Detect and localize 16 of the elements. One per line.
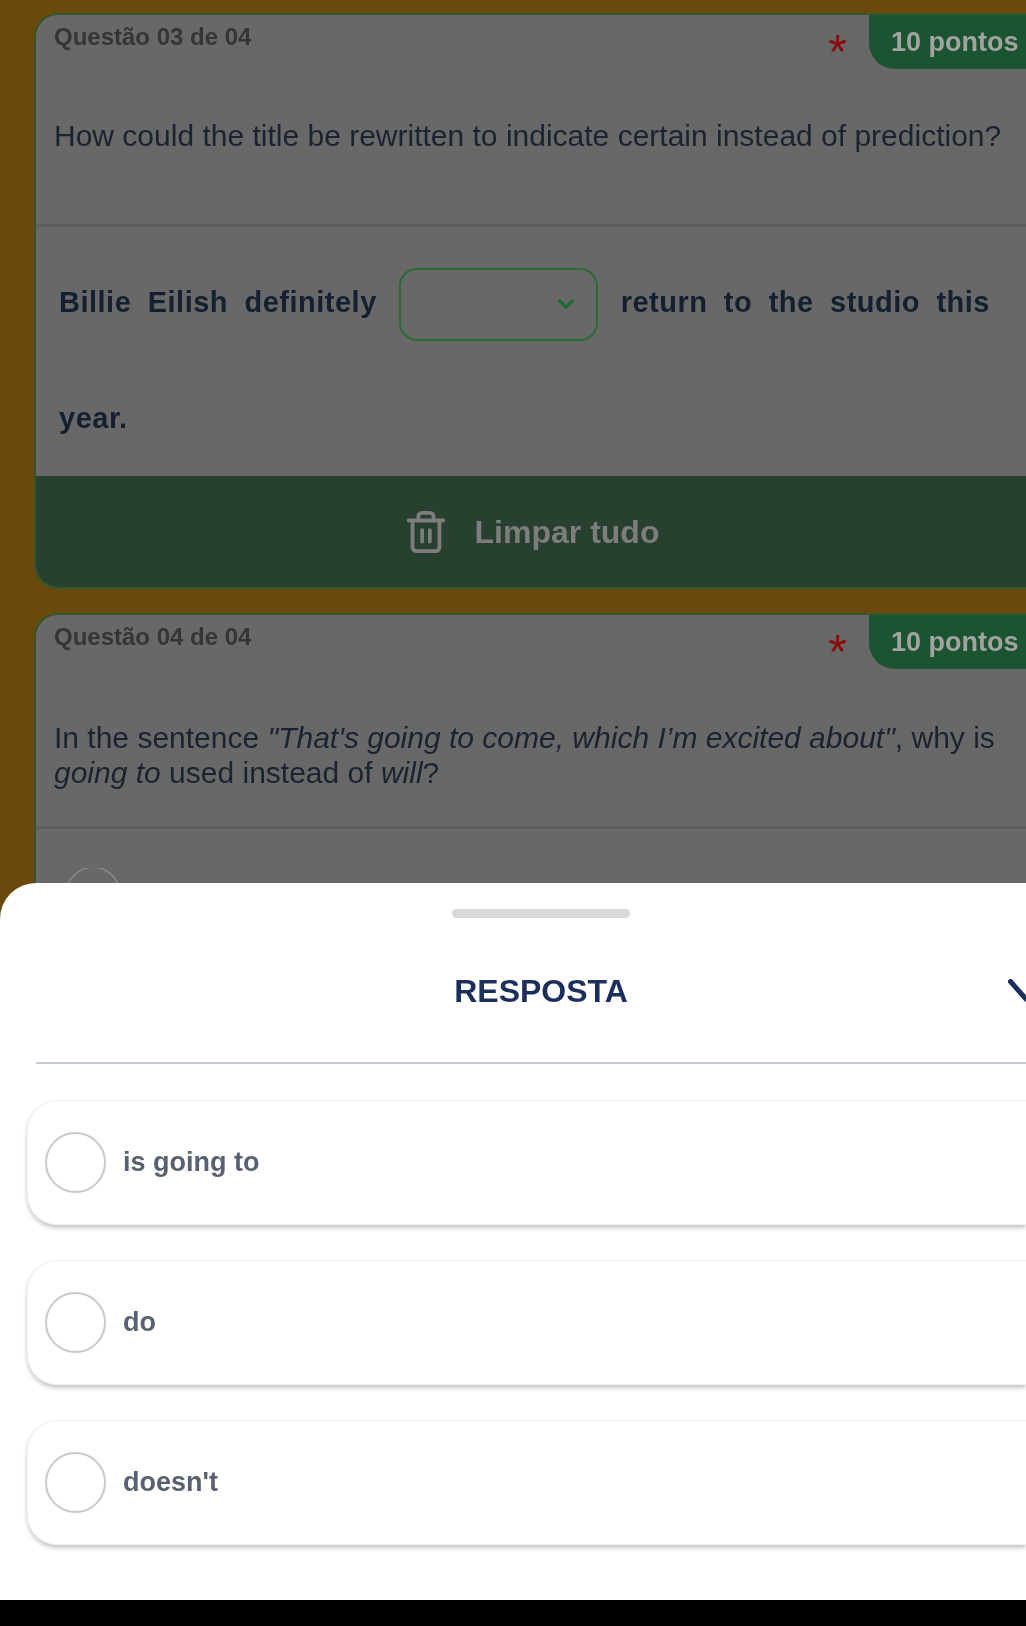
- answer-option[interactable]: doesn't: [27, 1420, 1026, 1545]
- sentence-text: Billie Eilish definitely: [59, 286, 377, 318]
- question-prompt: In the sentence "That's going to come, which I’m excited about", why is going to used instead of will?: [54, 720, 996, 790]
- sentence-text: year.: [59, 402, 128, 434]
- points-badge: 10 pontos: [869, 615, 1026, 669]
- chevron-icon[interactable]: [1008, 979, 1026, 1004]
- points-badge: 10 pontos: [869, 15, 1026, 69]
- drag-handle[interactable]: [452, 909, 630, 918]
- required-mark: *: [828, 637, 847, 667]
- answer-option[interactable]: is going to: [27, 1100, 1026, 1225]
- question-prompt: How could the title be rewritten to indicate certain instead of prediction?: [54, 118, 1003, 154]
- sentence-text: return to the studio this: [620, 286, 990, 318]
- sheet-title: RESPOSTA: [454, 973, 628, 1009]
- answer-dropdown[interactable]: [399, 267, 599, 341]
- required-mark: *: [828, 37, 847, 67]
- answer-option[interactable]: do: [27, 1260, 1026, 1385]
